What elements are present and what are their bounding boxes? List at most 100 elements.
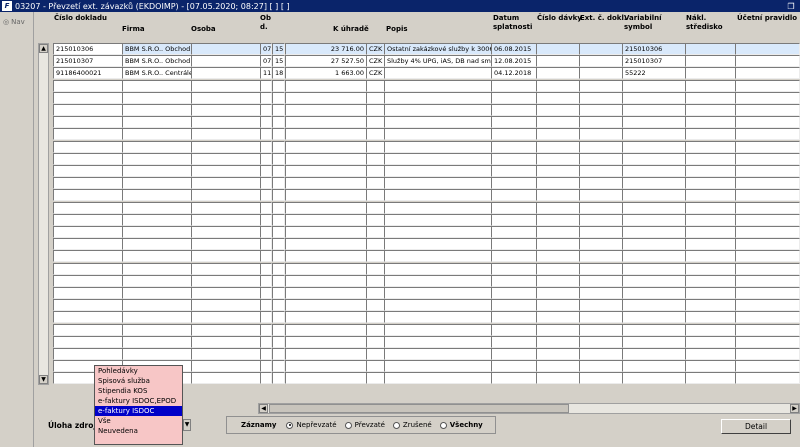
cell-firma[interactable] (122, 250, 192, 263)
cell-pravidlo[interactable] (735, 372, 800, 385)
cell-pravidlo[interactable] (735, 250, 800, 263)
cell-k_uhrade[interactable] (285, 250, 367, 263)
cell-firma[interactable] (122, 79, 192, 92)
cell-d[interactable] (272, 372, 285, 385)
radio-neprevzate[interactable]: Nepřevzaté (286, 421, 337, 429)
cell-cislo[interactable] (53, 348, 123, 360)
cell-ext[interactable] (579, 299, 623, 312)
cell-stredisko[interactable] (685, 91, 736, 104)
cell-vs[interactable] (622, 91, 686, 104)
cell-davka[interactable] (536, 201, 580, 214)
cell-d[interactable] (272, 79, 285, 92)
cell-datum[interactable] (491, 372, 537, 385)
cell-popis[interactable] (384, 335, 492, 348)
cell-ext[interactable] (579, 67, 623, 80)
cell-ext[interactable] (579, 323, 623, 336)
cell-popis[interactable] (384, 274, 492, 287)
cell-osoba[interactable] (191, 372, 261, 385)
cell-stredisko[interactable] (685, 335, 736, 348)
cell-ob[interactable] (260, 323, 272, 336)
table-row[interactable] (53, 104, 800, 116)
cell-stredisko[interactable] (685, 79, 736, 92)
cell-k_uhrade[interactable] (285, 91, 367, 104)
table-row[interactable] (53, 91, 800, 104)
cell-d[interactable] (272, 177, 285, 190)
cell-davka[interactable] (536, 165, 580, 177)
cell-mena[interactable] (366, 274, 385, 287)
cell-cislo[interactable] (53, 104, 123, 116)
cell-davka[interactable] (536, 372, 580, 385)
cell-d[interactable] (272, 238, 285, 251)
cell-firma[interactable] (122, 323, 192, 336)
cell-ext[interactable] (579, 201, 623, 214)
cell-popis[interactable] (384, 104, 492, 116)
cell-cislo[interactable] (53, 189, 123, 202)
cell-pravidlo[interactable] (735, 299, 800, 312)
cell-osoba[interactable] (191, 116, 261, 129)
cell-d[interactable] (272, 360, 285, 373)
cell-pravidlo[interactable] (735, 360, 800, 373)
cell-d[interactable] (272, 348, 285, 360)
cell-ext[interactable] (579, 226, 623, 238)
cell-cislo[interactable] (53, 79, 123, 92)
cell-vs[interactable] (622, 128, 686, 141)
cell-popis[interactable] (384, 238, 492, 251)
cell-ob[interactable] (260, 250, 272, 263)
cell-datum[interactable] (491, 116, 537, 129)
cell-vs[interactable] (622, 165, 686, 177)
cell-mena[interactable] (366, 360, 385, 373)
cell-d[interactable] (272, 262, 285, 275)
cell-ob[interactable] (260, 177, 272, 190)
cell-mena[interactable] (366, 311, 385, 324)
col-header-k-uhrade[interactable]: K úhradě (333, 25, 383, 34)
cell-firma[interactable] (122, 335, 192, 348)
cell-pravidlo[interactable] (735, 116, 800, 129)
cell-osoba[interactable] (191, 177, 261, 190)
cell-cislo[interactable] (53, 262, 123, 275)
cell-davka[interactable] (536, 323, 580, 336)
listbox-option[interactable]: Pohledávky (95, 366, 182, 376)
cell-mena[interactable] (366, 140, 385, 153)
cell-mena[interactable] (366, 299, 385, 312)
cell-vs[interactable] (622, 335, 686, 348)
cell-davka[interactable] (536, 152, 580, 165)
horizontal-scrollbar[interactable]: ◀ ▶ (258, 403, 800, 414)
cell-cislo[interactable] (53, 213, 123, 226)
cell-datum[interactable] (491, 348, 537, 360)
cell-pravidlo[interactable] (735, 213, 800, 226)
uloha-zdroje-listbox[interactable]: Pohledávky Spisová služba Stipendia KOS … (94, 365, 183, 445)
cell-ext[interactable] (579, 55, 623, 68)
cell-ext[interactable] (579, 262, 623, 275)
table-row[interactable] (53, 213, 800, 226)
cell-pravidlo[interactable] (735, 201, 800, 214)
cell-ext[interactable] (579, 43, 623, 55)
cell-ob[interactable] (260, 311, 272, 324)
cell-ob[interactable] (260, 335, 272, 348)
cell-firma[interactable] (122, 226, 192, 238)
cell-d[interactable] (272, 140, 285, 153)
cell-ob[interactable] (260, 201, 272, 214)
cell-popis[interactable] (384, 79, 492, 92)
cell-ob[interactable] (260, 91, 272, 104)
cell-davka[interactable] (536, 189, 580, 202)
cell-davka[interactable] (536, 67, 580, 80)
cell-stredisko[interactable] (685, 360, 736, 373)
cell-datum[interactable] (491, 250, 537, 263)
radio-dot[interactable] (344, 421, 352, 429)
cell-datum[interactable]: 06.08.2015 (491, 43, 537, 55)
cell-d[interactable] (272, 152, 285, 165)
cell-k_uhrade[interactable] (285, 104, 367, 116)
cell-pravidlo[interactable] (735, 311, 800, 324)
cell-d[interactable] (272, 299, 285, 312)
cell-cislo[interactable]: 215010306 (53, 43, 123, 55)
col-header-popis[interactable]: Popis (386, 25, 446, 34)
cell-k_uhrade[interactable] (285, 360, 367, 373)
cell-ob[interactable]: 11 (260, 67, 272, 80)
cell-stredisko[interactable] (685, 372, 736, 385)
cell-pravidlo[interactable] (735, 128, 800, 141)
cell-d[interactable] (272, 91, 285, 104)
cell-davka[interactable] (536, 262, 580, 275)
cell-ob[interactable] (260, 299, 272, 312)
cell-datum[interactable] (491, 360, 537, 373)
cell-stredisko[interactable] (685, 287, 736, 299)
